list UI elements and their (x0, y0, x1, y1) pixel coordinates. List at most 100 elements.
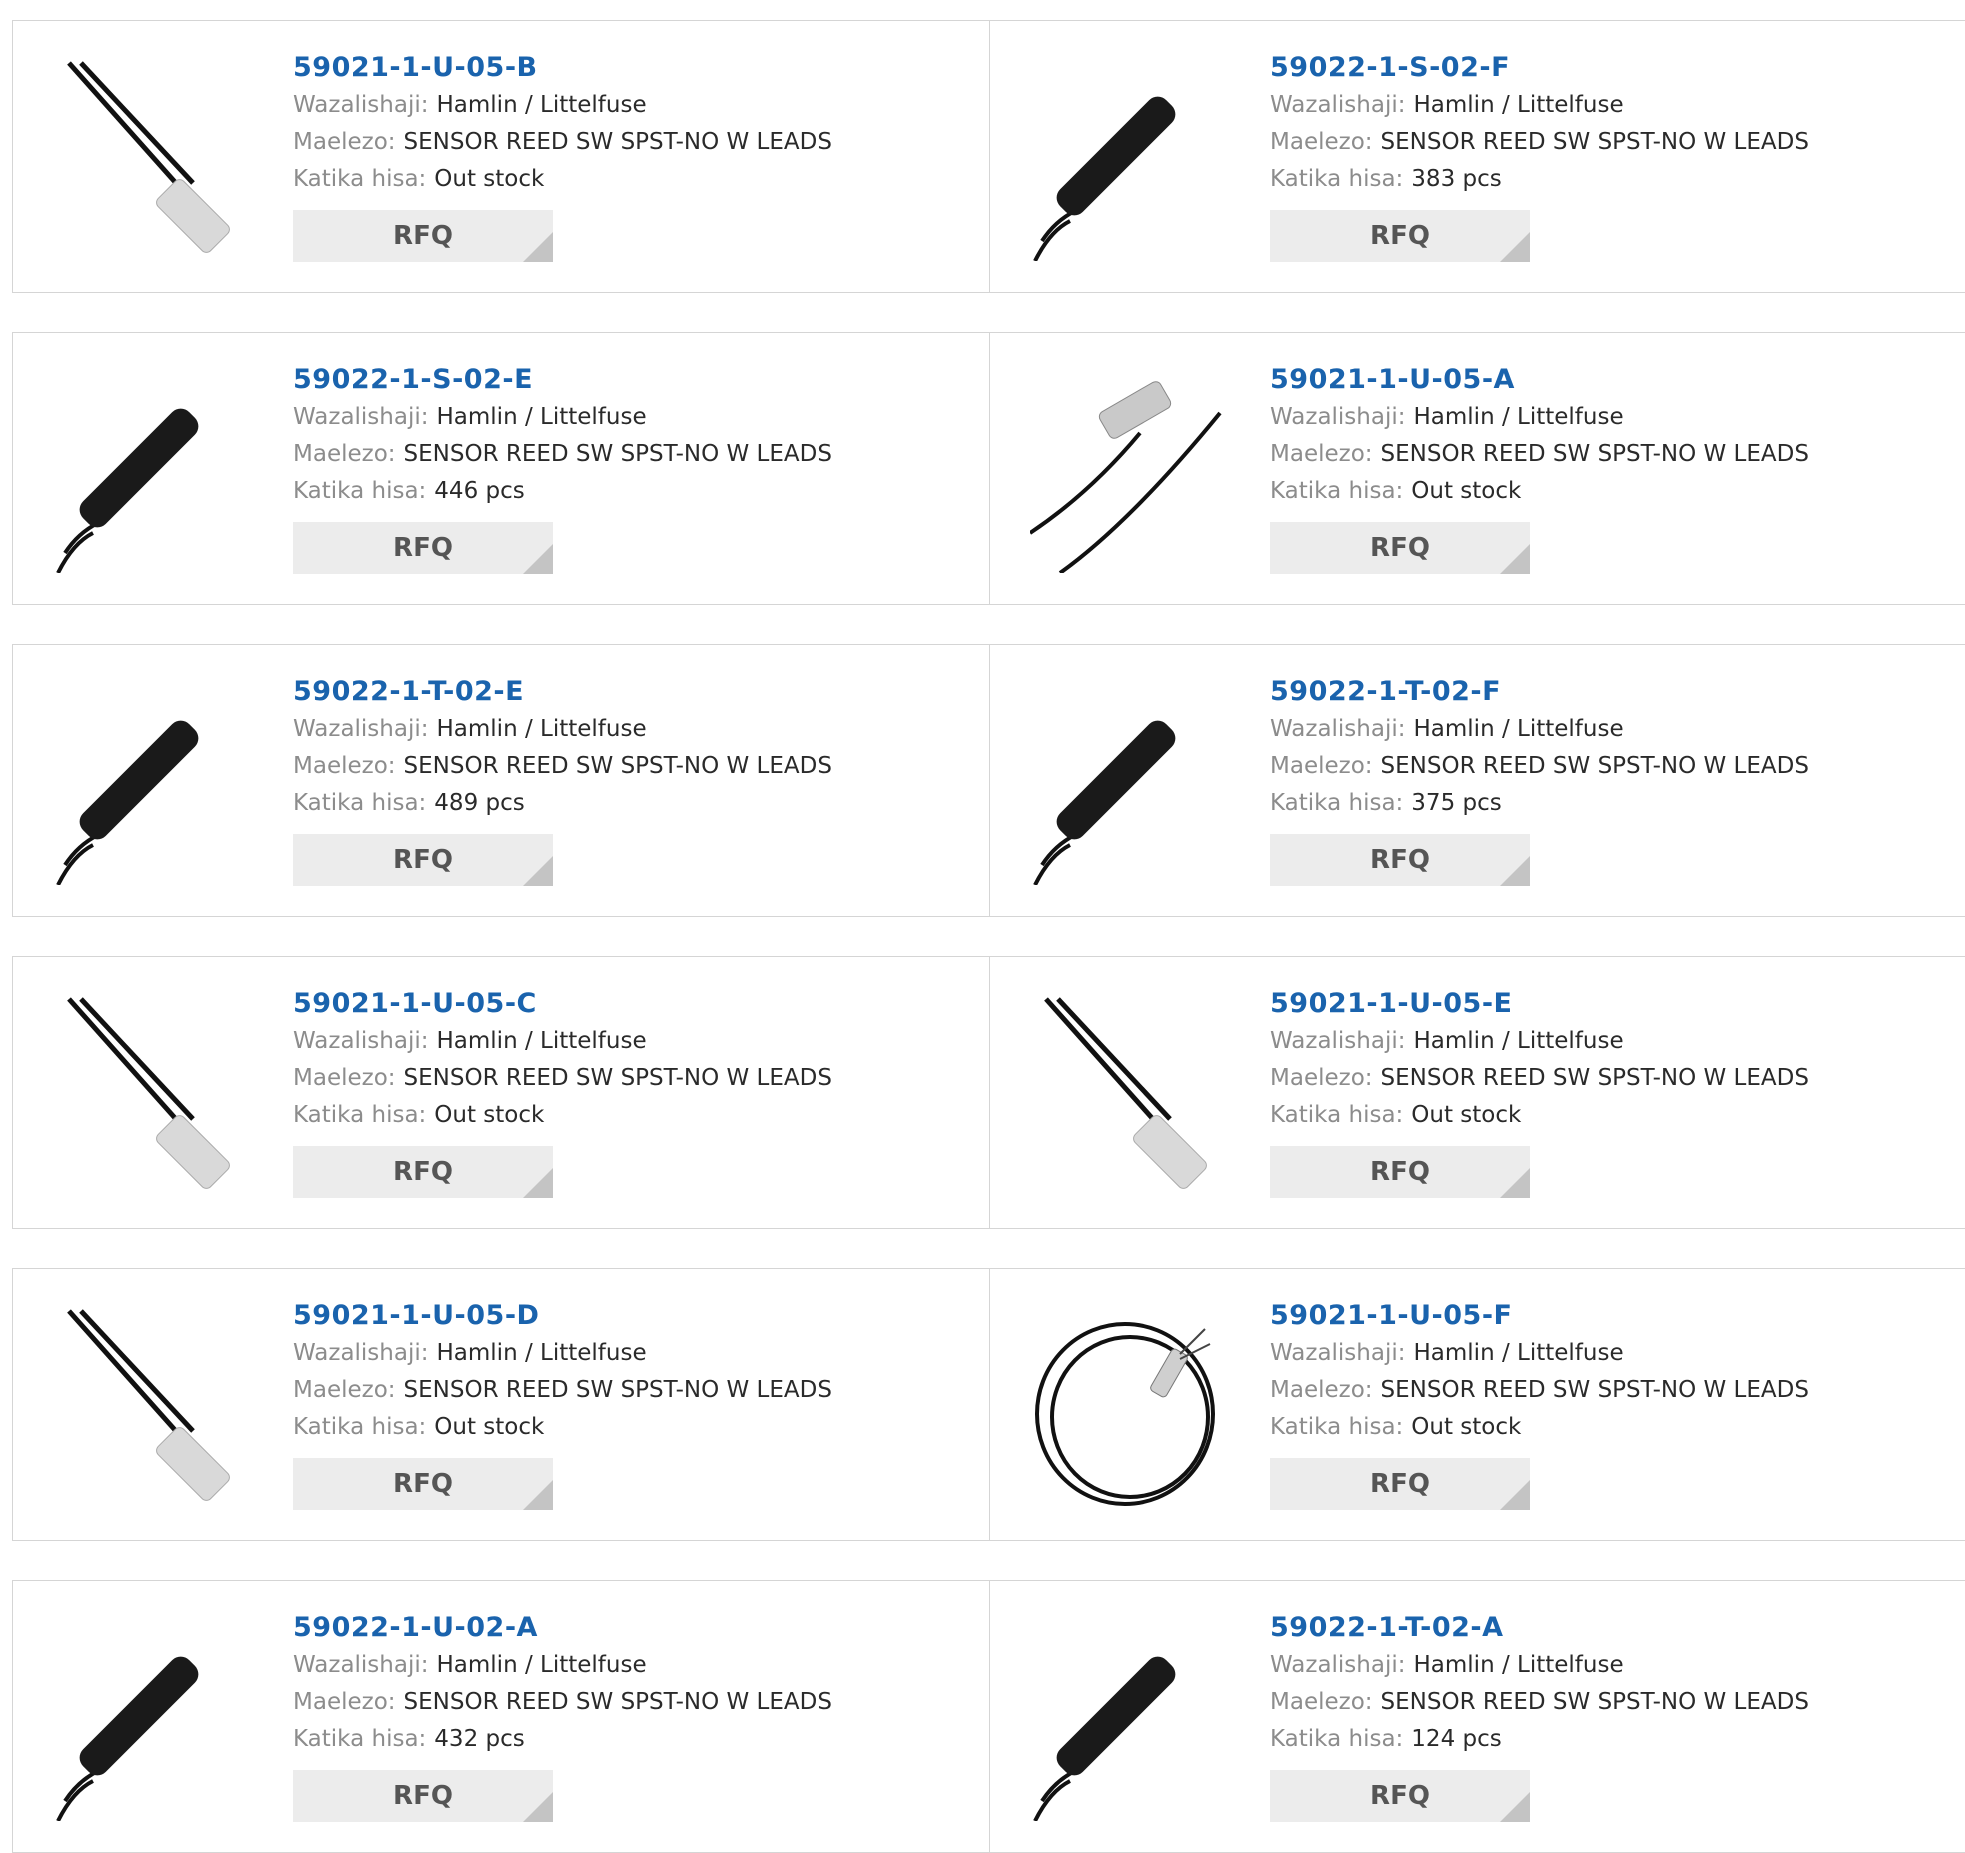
part-number-link[interactable]: 59021-1-U-05-E (1270, 985, 1930, 1023)
manufacturer-label: Wazalishaji: (293, 716, 429, 742)
description-label: Maelezo: (293, 129, 396, 155)
rfq-button[interactable]: RFQ (293, 1458, 553, 1510)
manufacturer-label: Wazalishaji: (293, 1652, 429, 1678)
product-card: 59022-1-U-02-A Wazalishaji: Hamlin / Litt… (13, 1581, 990, 1852)
silver-sensor-icon[interactable] (53, 61, 253, 261)
black-sensor-icon[interactable] (53, 1621, 253, 1821)
manufacturer-line: Wazalishaji: Hamlin / Littelfuse (293, 1647, 953, 1684)
silver-sensor-icon[interactable] (53, 1309, 253, 1509)
product-row: 59022-1-U-02-A Wazalishaji: Hamlin / Litt… (12, 1580, 1965, 1853)
stock-label: Katika hisa: (293, 478, 427, 504)
description-value: SENSOR REED SW SPST-NO W LEADS (403, 129, 832, 155)
part-number-link[interactable]: 59021-1-U-05-B (293, 49, 953, 87)
part-number-link[interactable]: 59022-1-T-02-E (293, 673, 953, 711)
rfq-button[interactable]: RFQ (1270, 1458, 1530, 1510)
black-sensor-icon[interactable] (53, 373, 253, 573)
silver-sensor-icon[interactable] (53, 997, 253, 1197)
rfq-button[interactable]: RFQ (1270, 1770, 1530, 1822)
stock-label: Katika hisa: (1270, 478, 1404, 504)
part-number-link[interactable]: 59021-1-U-05-A (1270, 361, 1930, 399)
description-label: Maelezo: (293, 1065, 396, 1091)
silver-sensor-leads-icon[interactable] (1030, 373, 1230, 573)
manufacturer-line: Wazalishaji: Hamlin / Littelfuse (1270, 711, 1930, 748)
manufacturer-value: Hamlin / Littelfuse (1413, 1340, 1624, 1366)
description-label: Maelezo: (1270, 1377, 1373, 1403)
description-line: Maelezo: SENSOR REED SW SPST-NO W LEADS (293, 1684, 953, 1721)
part-number-link[interactable]: 59022-1-U-02-A (293, 1609, 953, 1647)
part-number-link[interactable]: 59022-1-S-02-E (293, 361, 953, 399)
product-card: 59022-1-S-02-E Wazalishaji: Hamlin / Litt… (13, 333, 990, 604)
rfq-button[interactable]: RFQ (1270, 1146, 1530, 1198)
part-number-link[interactable]: 59021-1-U-05-C (293, 985, 953, 1023)
manufacturer-label: Wazalishaji: (1270, 1652, 1406, 1678)
description-label: Maelezo: (1270, 441, 1373, 467)
product-row: 59022-1-T-02-E Wazalishaji: Hamlin / Litt… (12, 644, 1965, 917)
stock-value: Out stock (434, 1102, 545, 1128)
product-card: 59021-1-U-05-B Wazalishaji: Hamlin / Litt… (13, 21, 990, 292)
description-label: Maelezo: (1270, 1689, 1373, 1715)
description-value: SENSOR REED SW SPST-NO W LEADS (403, 1689, 832, 1715)
black-sensor-icon[interactable] (1030, 685, 1230, 885)
rfq-button[interactable]: RFQ (293, 1770, 553, 1822)
manufacturer-label: Wazalishaji: (293, 1028, 429, 1054)
stock-label: Katika hisa: (293, 1726, 427, 1752)
product-card: 59021-1-U-05-D Wazalishaji: Hamlin / Litt… (13, 1269, 990, 1540)
description-line: Maelezo: SENSOR REED SW SPST-NO W LEADS (1270, 748, 1930, 785)
stock-line: Katika hisa: Out stock (1270, 1097, 1930, 1134)
stock-value: 375 pcs (1411, 790, 1502, 816)
part-number-link[interactable]: 59022-1-T-02-A (1270, 1609, 1930, 1647)
stock-line: Katika hisa: Out stock (293, 161, 953, 198)
stock-label: Katika hisa: (293, 1414, 427, 1440)
stock-line: Katika hisa: Out stock (293, 1409, 953, 1446)
part-number-link[interactable]: 59021-1-U-05-F (1270, 1297, 1930, 1335)
black-sensor-icon[interactable] (1030, 61, 1230, 261)
stock-value: Out stock (1411, 478, 1522, 504)
product-card: 59022-1-T-02-F Wazalishaji: Hamlin / Litt… (990, 645, 1965, 916)
stock-value: Out stock (434, 166, 545, 192)
manufacturer-label: Wazalishaji: (1270, 404, 1406, 430)
description-line: Maelezo: SENSOR REED SW SPST-NO W LEADS (293, 436, 953, 473)
black-sensor-icon[interactable] (53, 685, 253, 885)
rfq-button[interactable]: RFQ (293, 834, 553, 886)
black-sensor-icon[interactable] (1030, 1621, 1230, 1821)
product-card: 59021-1-U-05-A Wazalishaji: Hamlin / Litt… (990, 333, 1965, 604)
manufacturer-line: Wazalishaji: Hamlin / Littelfuse (293, 711, 953, 748)
description-line: Maelezo: SENSOR REED SW SPST-NO W LEADS (293, 124, 953, 161)
stock-value: 383 pcs (1411, 166, 1502, 192)
part-number-link[interactable]: 59022-1-S-02-F (1270, 49, 1930, 87)
manufacturer-line: Wazalishaji: Hamlin / Littelfuse (293, 1335, 953, 1372)
product-card: 59022-1-S-02-F Wazalishaji: Hamlin / Litt… (990, 21, 1965, 292)
stock-line: Katika hisa: Out stock (1270, 473, 1930, 510)
stock-line: Katika hisa: 383 pcs (1270, 161, 1930, 198)
description-line: Maelezo: SENSOR REED SW SPST-NO W LEADS (293, 1372, 953, 1409)
product-row: 59021-1-U-05-C Wazalishaji: Hamlin / Litt… (12, 956, 1965, 1229)
stock-label: Katika hisa: (1270, 1414, 1404, 1440)
manufacturer-line: Wazalishaji: Hamlin / Littelfuse (1270, 87, 1930, 124)
rfq-button[interactable]: RFQ (1270, 522, 1530, 574)
rfq-button[interactable]: RFQ (293, 522, 553, 574)
description-label: Maelezo: (1270, 753, 1373, 779)
rfq-button[interactable]: RFQ (293, 1146, 553, 1198)
stock-label: Katika hisa: (1270, 790, 1404, 816)
description-line: Maelezo: SENSOR REED SW SPST-NO W LEADS (1270, 1684, 1930, 1721)
product-card: 59021-1-U-05-F Wazalishaji: Hamlin / Litt… (990, 1269, 1965, 1540)
description-line: Maelezo: SENSOR REED SW SPST-NO W LEADS (1270, 1372, 1930, 1409)
description-line: Maelezo: SENSOR REED SW SPST-NO W LEADS (1270, 124, 1930, 161)
part-number-link[interactable]: 59021-1-U-05-D (293, 1297, 953, 1335)
manufacturer-line: Wazalishaji: Hamlin / Littelfuse (293, 87, 953, 124)
silver-sensor-icon[interactable] (1030, 997, 1230, 1197)
stock-line: Katika hisa: 375 pcs (1270, 785, 1930, 822)
manufacturer-value: Hamlin / Littelfuse (436, 1652, 647, 1678)
coiled-sensor-icon[interactable] (1030, 1309, 1230, 1509)
manufacturer-value: Hamlin / Littelfuse (1413, 1028, 1624, 1054)
rfq-button[interactable]: RFQ (1270, 834, 1530, 886)
description-value: SENSOR REED SW SPST-NO W LEADS (403, 1065, 832, 1091)
description-label: Maelezo: (293, 1377, 396, 1403)
description-value: SENSOR REED SW SPST-NO W LEADS (1380, 1377, 1809, 1403)
rfq-button[interactable]: RFQ (293, 210, 553, 262)
manufacturer-label: Wazalishaji: (293, 92, 429, 118)
stock-line: Katika hisa: 446 pcs (293, 473, 953, 510)
description-value: SENSOR REED SW SPST-NO W LEADS (403, 753, 832, 779)
part-number-link[interactable]: 59022-1-T-02-F (1270, 673, 1930, 711)
rfq-button[interactable]: RFQ (1270, 210, 1530, 262)
